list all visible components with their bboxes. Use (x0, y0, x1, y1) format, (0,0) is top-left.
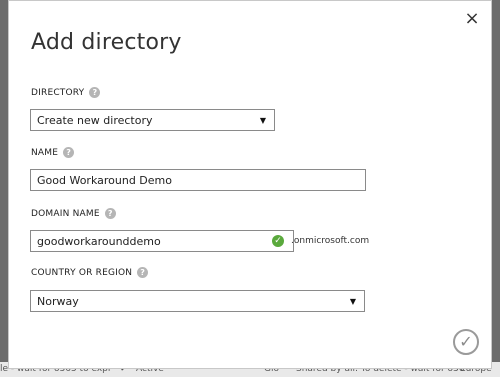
domain-name-label-text: DOMAIN NAME (31, 208, 100, 219)
directory-select-value: Create new directory (37, 113, 153, 127)
help-icon[interactable]: ? (137, 267, 149, 278)
country-select[interactable]: Norway ▼ (30, 290, 365, 312)
directory-label-text: DIRECTORY (31, 87, 85, 98)
help-icon[interactable]: ? (63, 147, 75, 158)
name-input[interactable] (30, 169, 366, 191)
dropdown-arrow-icon: ▼ (349, 296, 356, 306)
name-label-text: NAME (31, 147, 59, 158)
dropdown-arrow-icon: ▼ (259, 115, 266, 125)
name-label: NAME ? (31, 147, 75, 158)
background-panel-right (492, 0, 500, 362)
dialog-title: Add directory (31, 30, 182, 55)
valid-check-icon: ✓ (272, 235, 284, 247)
directory-select[interactable]: Create new directory ▼ (30, 109, 275, 131)
background-panel-left (0, 0, 8, 362)
directory-label: DIRECTORY ? (31, 87, 101, 98)
country-select-value: Norway (37, 294, 79, 308)
add-directory-dialog: × Add directory DIRECTORY ? Create new d… (8, 0, 492, 369)
country-label: COUNTRY OR REGION ? (31, 267, 149, 278)
confirm-check-button[interactable]: ✓ (453, 329, 479, 355)
help-icon[interactable]: ? (89, 87, 101, 98)
close-icon[interactable]: × (464, 10, 480, 28)
help-icon[interactable]: ? (104, 208, 116, 219)
domain-suffix: .onmicrosoft.com (291, 236, 370, 246)
domain-name-input[interactable] (30, 230, 294, 252)
country-label-text: COUNTRY OR REGION (31, 267, 133, 278)
domain-name-label: DOMAIN NAME ? (31, 208, 116, 219)
